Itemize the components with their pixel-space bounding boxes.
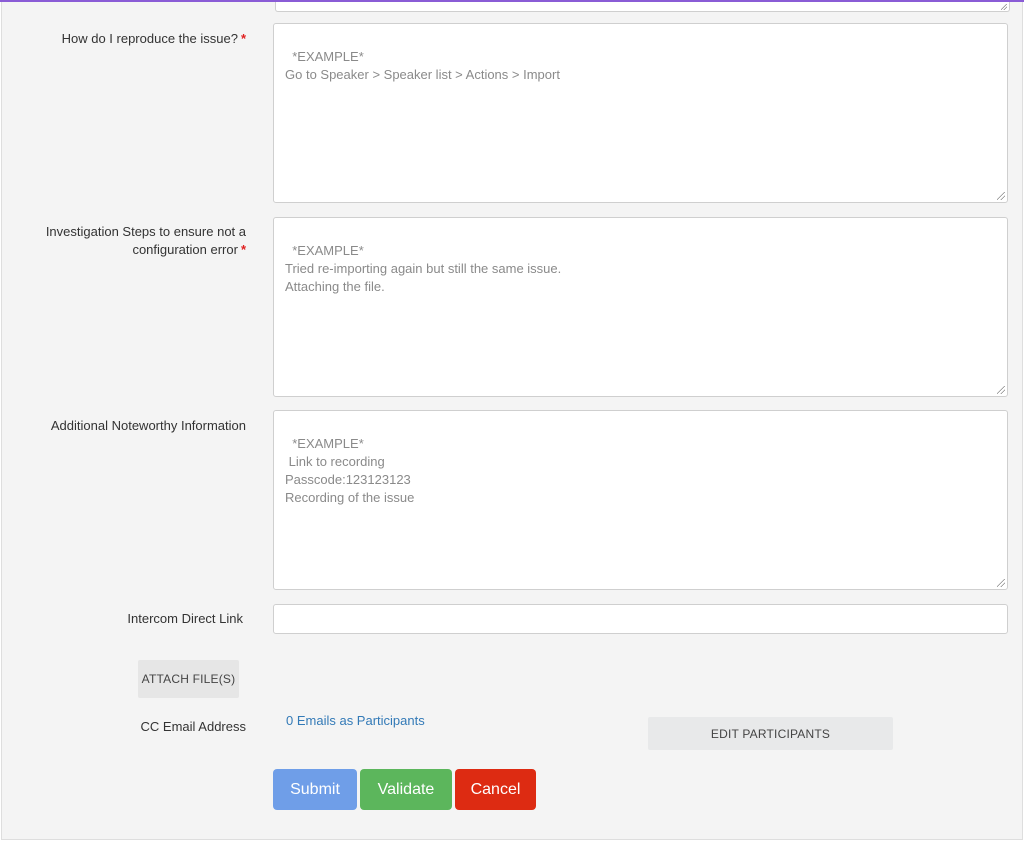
previous-textarea-bottom[interactable] bbox=[275, 2, 1010, 12]
intercom-label-text: Intercom Direct Link bbox=[127, 611, 243, 626]
additional-placeholder: *EXAMPLE* Link to recording Passcode:123… bbox=[285, 436, 415, 505]
cc-email-label: CC Email Address bbox=[6, 718, 246, 736]
investigation-textarea[interactable]: *EXAMPLE* Tried re-importing again but s… bbox=[273, 217, 1008, 397]
resize-grip-icon[interactable] bbox=[1001, 4, 1007, 10]
validate-button[interactable]: Validate bbox=[360, 769, 452, 810]
participants-link[interactable]: 0 Emails as Participants bbox=[286, 712, 425, 730]
investigation-label-line2: configuration error bbox=[132, 242, 238, 257]
investigation-label-line1: Investigation Steps to ensure not a bbox=[45, 224, 246, 239]
submit-label: Submit bbox=[290, 780, 340, 798]
submit-button[interactable]: Submit bbox=[273, 769, 357, 810]
investigation-placeholder: *EXAMPLE* Tried re-importing again but s… bbox=[285, 243, 562, 294]
attach-files-label: ATTACH FILE(S) bbox=[141, 672, 236, 686]
resize-grip-icon[interactable] bbox=[997, 579, 1005, 587]
additional-label: Additional Noteworthy Information bbox=[6, 417, 246, 435]
reproduce-label: How do I reproduce the issue? * bbox=[6, 30, 246, 48]
intercom-link-input[interactable] bbox=[273, 604, 1008, 634]
resize-grip-icon[interactable] bbox=[997, 192, 1005, 200]
required-marker: * bbox=[240, 31, 246, 46]
reproduce-textarea[interactable]: *EXAMPLE* Go to Speaker > Speaker list >… bbox=[273, 23, 1008, 203]
reproduce-placeholder: *EXAMPLE* Go to Speaker > Speaker list >… bbox=[285, 49, 560, 82]
attach-files-button[interactable]: ATTACH FILE(S) bbox=[138, 660, 239, 698]
cancel-button[interactable]: Cancel bbox=[455, 769, 536, 810]
cc-email-label-text: CC Email Address bbox=[140, 719, 246, 734]
edit-participants-button[interactable]: EDIT PARTICIPANTS bbox=[648, 717, 893, 750]
validate-label: Validate bbox=[377, 780, 435, 798]
additional-label-text: Additional Noteworthy Information bbox=[50, 418, 246, 433]
additional-textarea[interactable]: *EXAMPLE* Link to recording Passcode:123… bbox=[273, 410, 1008, 590]
intercom-label: Intercom Direct Link bbox=[3, 610, 243, 628]
resize-grip-icon[interactable] bbox=[997, 386, 1005, 394]
cancel-label: Cancel bbox=[470, 780, 521, 798]
required-marker: * bbox=[240, 242, 246, 257]
investigation-label: Investigation Steps to ensure not a conf… bbox=[6, 223, 246, 259]
reproduce-label-text: How do I reproduce the issue? bbox=[61, 31, 238, 46]
edit-participants-label: EDIT PARTICIPANTS bbox=[710, 726, 831, 741]
